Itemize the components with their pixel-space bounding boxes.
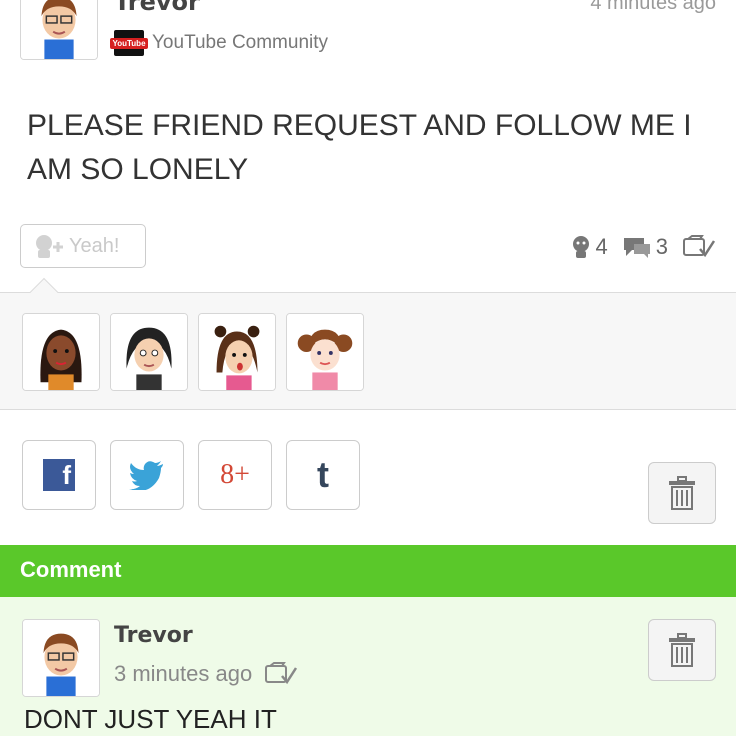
played-game-icon — [265, 662, 298, 685]
comment-author-name[interactable]: Trevor — [114, 623, 193, 648]
yeah-user-avatar-4[interactable] — [286, 313, 364, 391]
post-stats: 4 3 — [570, 234, 717, 260]
yeah-user-avatar-3[interactable] — [198, 313, 276, 391]
comment-body-text: DONT JUST YEAH IT — [24, 704, 277, 734]
share-area: f 8+ t — [0, 410, 736, 545]
post: Trevor 4 minutes ago YouTube YouTube Com… — [0, 0, 736, 292]
community-label: YouTube Community — [152, 32, 329, 53]
delete-comment-button[interactable] — [648, 619, 716, 681]
comments-header: Comment — [0, 545, 736, 597]
played-game-icon — [683, 235, 716, 258]
post-author-name[interactable]: Trevor — [114, 0, 200, 16]
author-avatar[interactable] — [20, 0, 98, 60]
yeah-count-icon — [572, 236, 589, 258]
post-body-text: PLEASE FRIEND REQUEST AND FOLLOW ME I AM… — [27, 109, 692, 186]
comment-author-avatar[interactable] — [22, 619, 100, 697]
delete-post-button[interactable] — [648, 462, 716, 524]
trash-icon — [669, 633, 695, 667]
googleplus-icon: 8+ — [220, 459, 250, 490]
youtube-community-icon: YouTube — [110, 30, 148, 56]
comment-bubble-icon — [623, 238, 650, 258]
yeah-label: Yeah! — [69, 234, 120, 257]
comments-header-label: Comment — [20, 557, 122, 582]
yeah-user-avatar-1[interactable] — [22, 313, 100, 391]
comment-item: Trevor 3 minutes ago DONT JUST YEAH IT — [0, 597, 736, 736]
facebook-icon: f — [43, 459, 75, 491]
post-timestamp: 4 minutes ago — [590, 0, 716, 14]
yeah-user-avatar-2[interactable] — [110, 313, 188, 391]
community-link[interactable]: YouTube YouTube Community — [110, 30, 329, 56]
tumblr-icon: t — [317, 454, 329, 495]
yeahs-panel — [0, 277, 736, 410]
comment-timestamp: 3 minutes ago — [114, 661, 253, 686]
comment-timestamp-row: 3 minutes ago — [114, 661, 298, 687]
share-googleplus-button[interactable]: 8+ — [198, 440, 272, 510]
yeah-button[interactable]: Yeah! — [20, 224, 146, 268]
yeah-face-icon — [36, 235, 63, 258]
comment-count[interactable]: 3 — [622, 234, 668, 260]
twitter-icon — [129, 461, 163, 490]
trash-icon — [669, 476, 695, 510]
share-twitter-button[interactable] — [110, 440, 184, 510]
share-facebook-button[interactable]: f — [22, 440, 96, 510]
yeah-count[interactable]: 4 — [570, 234, 608, 260]
share-tumblr-button[interactable]: t — [286, 440, 360, 510]
